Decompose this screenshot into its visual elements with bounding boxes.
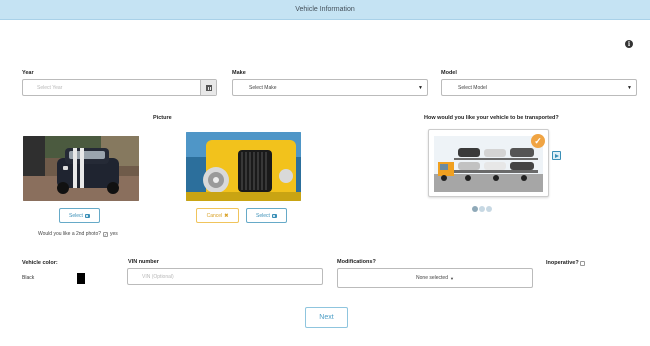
carousel-dot-1[interactable] — [472, 206, 478, 212]
model-label: Model — [441, 70, 457, 76]
select-photo-1-label: Select — [69, 212, 83, 219]
second-photo-checkbox[interactable]: ✓ — [103, 231, 109, 237]
vin-label: VIN number — [128, 259, 159, 265]
modifications-select[interactable]: None selected ▼ — [337, 268, 533, 288]
make-select[interactable]: Select Make ▼ — [232, 79, 428, 96]
vehicle-photo-2 — [186, 132, 301, 201]
carousel-indicators — [472, 206, 492, 212]
carousel-dot-2[interactable] — [479, 206, 485, 212]
vin-placeholder: VIN (Optional) — [142, 273, 174, 280]
calendar-button[interactable] — [200, 80, 216, 95]
year-placeholder: Select Year — [37, 84, 63, 91]
second-photo-question: Would you like a 2nd photo? — [38, 231, 102, 237]
cancel-photo-2-button[interactable]: Cancel ✖ — [196, 208, 239, 223]
cancel-photo-2-label: Cancel — [206, 212, 223, 219]
make-dropdown-arrow-icon: ▼ — [418, 85, 423, 91]
calendar-icon — [205, 84, 212, 91]
select-photo-2-label: Select — [256, 212, 270, 219]
vin-input[interactable]: VIN (Optional) — [127, 268, 323, 285]
camera-icon — [271, 213, 277, 218]
cancel-x-icon: ✖ — [224, 212, 229, 219]
next-button-label: Next — [319, 314, 334, 321]
model-dropdown-arrow-icon: ▼ — [627, 85, 632, 91]
page-header: Vehicle Information — [0, 0, 650, 20]
vehicle-photo-1 — [23, 136, 139, 201]
next-button[interactable]: Next — [305, 307, 348, 328]
inoperative-label: Inoperative? — [546, 260, 579, 266]
vehicle-color-value: Black — [22, 275, 35, 281]
vehicle-color-swatch[interactable] — [77, 273, 85, 284]
picture-label: Picture — [153, 115, 172, 121]
year-field[interactable]: Select Year — [22, 79, 217, 96]
selected-check-icon: ✓ — [531, 134, 545, 148]
transport-option-card[interactable]: ✓ — [428, 129, 549, 197]
year-label: Year — [22, 70, 34, 76]
make-label: Make — [232, 70, 246, 76]
inoperative-checkbox[interactable] — [579, 260, 585, 266]
make-value: Select Make — [249, 84, 277, 91]
page-title: Vehicle Information — [295, 6, 355, 13]
model-value: Select Model — [458, 84, 487, 91]
select-photo-2-button[interactable]: Select — [246, 208, 287, 223]
carousel-next-arrow-icon — [554, 153, 559, 158]
second-photo-answer: yes — [110, 231, 118, 237]
carousel-next-button[interactable] — [552, 151, 561, 160]
carousel-dot-3[interactable] — [486, 206, 492, 212]
second-photo-row: Would you like a 2nd photo? ✓ yes — [38, 231, 118, 237]
transport-question: How would you like your vehicle to be tr… — [424, 115, 559, 121]
inoperative-row: Inoperative? — [546, 260, 585, 266]
select-photo-1-button[interactable]: Select — [59, 208, 100, 223]
modifications-caret-icon: ▼ — [450, 275, 454, 281]
car-carrier-truck-image — [434, 136, 543, 192]
modifications-label: Modifications? — [337, 259, 376, 265]
vehicle-color-label: Vehicle color: — [22, 260, 58, 266]
camera-icon — [84, 213, 90, 218]
model-select[interactable]: Select Model ▼ — [441, 79, 637, 96]
info-icon[interactable]: i — [625, 40, 633, 48]
modifications-value: None selected — [416, 275, 448, 281]
